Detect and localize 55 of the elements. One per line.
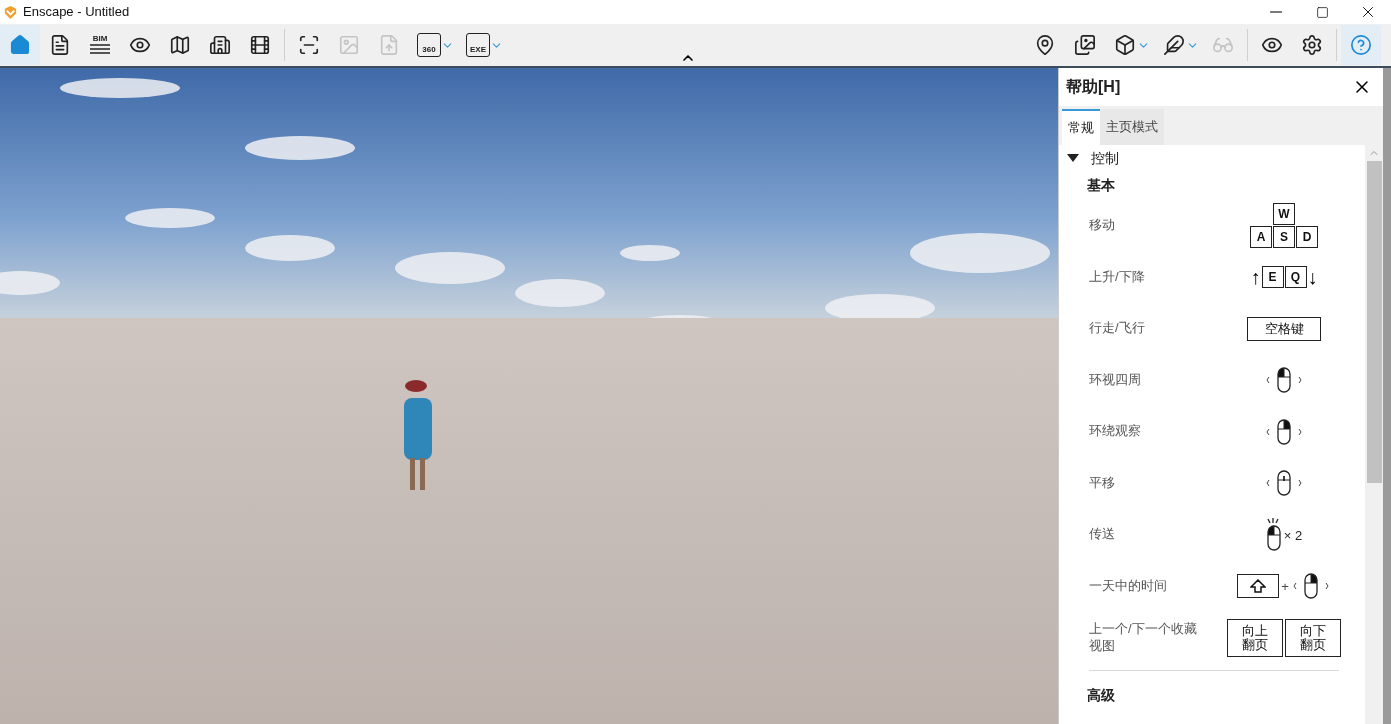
map-pin-icon <box>1034 34 1056 56</box>
key-cap: S <box>1273 226 1295 249</box>
frame-icon <box>298 34 320 56</box>
control-label: 一天中的时间 <box>1088 577 1168 595</box>
scrollbar[interactable] <box>1365 145 1383 724</box>
images-icon <box>1074 34 1096 56</box>
panel-title: 帮助[H] <box>1066 77 1121 97</box>
key-cap: 向下翻页 <box>1285 618 1341 657</box>
feather-icon <box>1163 34 1185 56</box>
toolbar-button[interactable]: EXE <box>458 25 498 65</box>
control-label: 移动 <box>1088 217 1116 235</box>
film-icon <box>249 34 271 56</box>
key-cap: A <box>1250 226 1272 249</box>
key-cap: Q <box>1284 266 1307 289</box>
toolbar-button[interactable]: 360 <box>409 25 449 65</box>
control-label: 传送 <box>1088 526 1116 544</box>
control-label: 行走/飞行 <box>1088 320 1146 338</box>
section-header[interactable]: 控制 <box>1067 145 1361 171</box>
control-label: 平移 <box>1088 474 1116 492</box>
up-arrow: ↑ <box>1250 267 1261 288</box>
window-title: Enscape - Untitled <box>23 3 130 22</box>
image-icon <box>338 34 360 56</box>
key-cap: W <box>1273 203 1295 226</box>
expand-triangle-icon <box>1067 154 1079 162</box>
repeat-count: × 2 <box>1283 526 1303 545</box>
app-logo-icon <box>3 4 18 20</box>
building-icon <box>209 34 231 56</box>
group-heading: 高级 <box>1086 685 1116 705</box>
minimize-icon <box>1270 11 1282 13</box>
file-icon <box>378 34 400 56</box>
map-icon <box>169 34 191 56</box>
panorama-icon: 360 <box>417 33 441 57</box>
tab[interactable]: 常规 <box>1062 109 1100 145</box>
exe-file-icon: EXE <box>466 33 490 57</box>
cube-icon <box>1114 34 1136 56</box>
key-cap: D <box>1296 226 1318 249</box>
control-label: 环视四周 <box>1088 371 1142 389</box>
group-heading: 基本 <box>1086 176 1116 195</box>
maximize-icon <box>1315 5 1329 19</box>
home-icon <box>9 34 31 56</box>
click-burst-icon <box>1265 518 1280 526</box>
down-arrow: ↓ <box>1307 267 1318 288</box>
help-icon <box>1350 34 1372 56</box>
key-cap: E <box>1261 266 1284 289</box>
settings-icon <box>1301 34 1323 56</box>
control-label: 上一个/下一个收藏视图 <box>1088 620 1198 655</box>
key-cap: 向上翻页 <box>1227 618 1283 657</box>
document-icon <box>49 34 71 56</box>
control-label: 上升/下降 <box>1088 268 1146 286</box>
shift-arrow-icon <box>1250 579 1267 594</box>
control-label: 环绕观察 <box>1088 423 1142 441</box>
tab[interactable]: 主页模式 <box>1100 109 1164 145</box>
toolbar-button[interactable]: BIM <box>80 25 120 65</box>
plus-sign: + <box>1281 577 1289 596</box>
key-cap: 空格键 <box>1247 316 1321 341</box>
